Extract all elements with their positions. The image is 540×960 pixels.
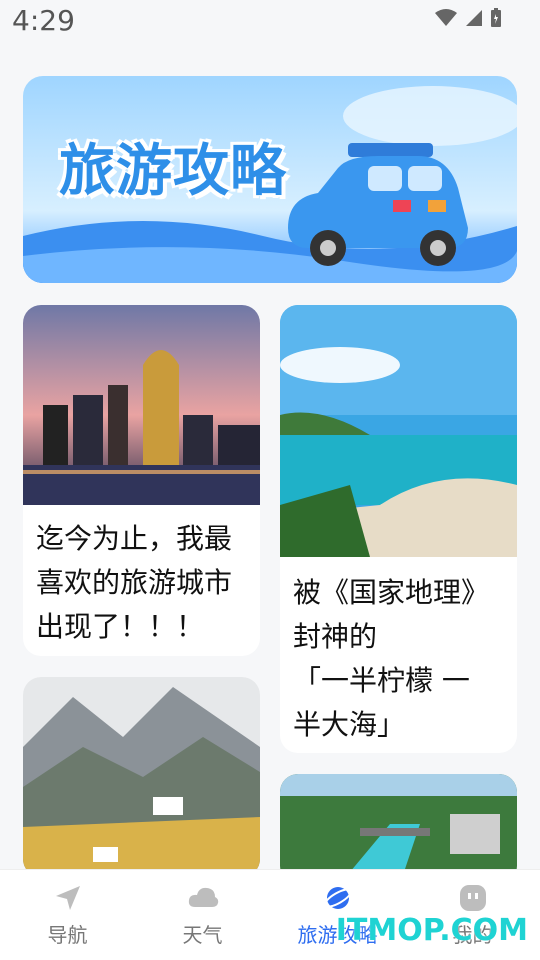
status-bar: 4:29 xyxy=(0,0,540,46)
beach-photo xyxy=(280,305,517,557)
navigation-arrow-icon xyxy=(55,885,80,910)
tab-navigation-label: 导航 xyxy=(47,922,88,947)
article-card-city[interactable]: 迄今为止，我最 喜欢的旅游城市 出现了！！！ xyxy=(23,305,260,656)
cloud-icon xyxy=(188,887,218,907)
city-photo xyxy=(23,305,260,505)
status-icons xyxy=(434,8,502,28)
card-text-city: 迄今为止，我最 喜欢的旅游城市 出现了！！！ xyxy=(36,522,233,643)
tab-navigation[interactable]: 导航 xyxy=(0,870,135,960)
river-town-photo xyxy=(280,774,517,884)
car-illustration xyxy=(288,143,468,266)
article-card-landscape[interactable] xyxy=(23,677,260,877)
profile-icon xyxy=(459,884,486,911)
tab-weather-label: 天气 xyxy=(182,922,223,947)
tab-weather[interactable]: 天气 xyxy=(135,870,270,960)
banner-title: 旅游攻略 xyxy=(59,139,287,204)
battery-icon xyxy=(491,8,501,27)
article-card-beach[interactable]: 被《国家地理》 封神的 「一半柠檬 一 半大海」 xyxy=(280,305,517,753)
article-card-river[interactable] xyxy=(280,774,517,884)
planet-icon xyxy=(323,886,352,909)
mountain-painting-photo xyxy=(23,677,260,877)
card-text-beach: 被《国家地理》 封神的 「一半柠檬 一 半大海」 xyxy=(293,576,490,741)
wifi-icon xyxy=(435,9,457,26)
cellular-signal-icon xyxy=(466,10,482,26)
travel-banner[interactable]: 旅游攻略 xyxy=(23,76,517,283)
watermark: ITMOP.COM xyxy=(335,913,528,948)
status-time: 4:29 xyxy=(12,4,75,37)
